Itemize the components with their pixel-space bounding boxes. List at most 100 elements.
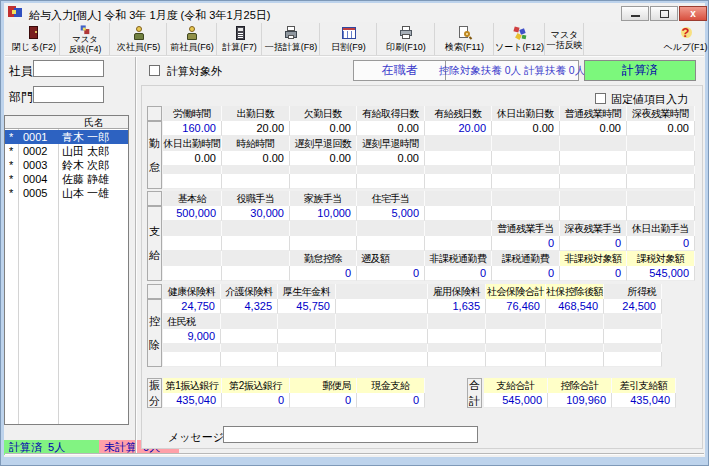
value-cell[interactable]: 0.00 — [492, 121, 560, 136]
value-cell[interactable]: 0 — [222, 393, 290, 408]
value-cell[interactable]: 9,000 — [163, 329, 221, 344]
value-cell[interactable] — [336, 299, 428, 314]
value-cell[interactable]: 20.00 — [425, 121, 492, 136]
department-input[interactable] — [33, 86, 104, 103]
value-cell[interactable]: 0 — [627, 236, 695, 251]
value-cell[interactable]: 24,750 — [163, 299, 221, 314]
toolbar-button-F1[interactable]: ?ヘルプ(F1) — [661, 23, 709, 55]
value-cell[interactable] — [492, 206, 560, 221]
toolbar-button-F10[interactable]: 印刷(F10) — [378, 23, 435, 55]
value-cell[interactable] — [278, 329, 336, 344]
value-cell[interactable]: 435,040 — [163, 393, 222, 408]
value-cell[interactable] — [492, 151, 560, 166]
value-cell[interactable] — [546, 329, 604, 344]
value-cell[interactable] — [221, 352, 278, 367]
value-cell[interactable] — [222, 266, 290, 281]
value-cell[interactable] — [560, 151, 627, 166]
value-cell[interactable] — [428, 352, 486, 367]
toolbar-button-F12[interactable]: ソート(F12) — [495, 23, 545, 55]
employee-row-0001[interactable]: *0001青木 一郎 — [5, 130, 128, 144]
toolbar-button-F9[interactable]: 日割(F9) — [321, 23, 377, 55]
value-cell[interactable] — [163, 352, 221, 367]
toolbar-button-F4[interactable]: マスタ反映(F4) — [61, 23, 110, 55]
employee-row-0005[interactable]: *0005山本 一雄 — [5, 186, 128, 200]
value-cell[interactable]: 0 — [560, 266, 627, 281]
value-cell[interactable]: 435,040 — [612, 393, 676, 408]
value-cell[interactable]: 0.00 — [627, 121, 695, 136]
value-cell[interactable]: 24,500 — [604, 299, 662, 314]
value-cell[interactable] — [336, 329, 428, 344]
toolbar-button-[interactable]: マスタ一括反映 — [546, 23, 584, 55]
value-cell[interactable] — [428, 329, 486, 344]
value-cell[interactable] — [486, 329, 546, 344]
value-cell[interactable]: 109,960 — [548, 393, 612, 408]
value-cell[interactable]: 0.00 — [163, 151, 222, 166]
value-cell[interactable] — [627, 174, 695, 189]
value-cell[interactable] — [627, 206, 695, 221]
value-cell[interactable]: 1,635 — [428, 299, 486, 314]
maximize-button[interactable] — [650, 6, 678, 21]
value-cell[interactable] — [357, 236, 425, 251]
value-cell[interactable] — [425, 236, 492, 251]
value-cell[interactable]: 0.00 — [357, 121, 425, 136]
value-cell[interactable]: 545,000 — [627, 266, 695, 281]
value-cell[interactable] — [336, 352, 428, 367]
value-cell[interactable]: 0 — [425, 266, 492, 281]
value-cell[interactable]: 160.00 — [163, 121, 222, 136]
toolbar-button-F2[interactable]: 閉じる(F2) — [9, 23, 60, 55]
value-cell[interactable]: 45,750 — [278, 299, 336, 314]
value-cell[interactable] — [546, 352, 604, 367]
value-cell[interactable] — [163, 174, 222, 189]
value-cell[interactable]: 10,000 — [290, 206, 357, 221]
value-cell[interactable]: 545,000 — [484, 393, 548, 408]
employee-code-input[interactable] — [33, 60, 104, 77]
value-cell[interactable] — [492, 174, 560, 189]
value-cell[interactable]: 0.00 — [560, 121, 627, 136]
employee-row-0003[interactable]: *0003鈴木 次郎 — [5, 158, 128, 172]
value-cell[interactable]: 0 — [357, 393, 425, 408]
value-cell[interactable] — [560, 174, 627, 189]
employee-row-0004[interactable]: *0004佐藤 静雄 — [5, 172, 128, 186]
toolbar-button-F5[interactable]: 次社員(F5) — [111, 23, 167, 55]
toolbar-button-F8[interactable]: 一括計算(F8) — [263, 23, 320, 55]
value-cell[interactable] — [560, 206, 627, 221]
value-cell[interactable]: 20.00 — [222, 121, 290, 136]
value-cell[interactable] — [425, 151, 492, 166]
employee-row-0002[interactable]: *0002山田 太郎 — [5, 144, 128, 158]
value-cell[interactable] — [222, 236, 290, 251]
value-cell[interactable]: 4,325 — [221, 299, 278, 314]
toolbar-button-F6[interactable]: 前社員(F6) — [168, 23, 217, 55]
value-cell[interactable] — [627, 151, 695, 166]
value-cell[interactable]: 0.00 — [290, 121, 357, 136]
value-cell[interactable]: 0.00 — [222, 151, 290, 166]
value-cell[interactable]: 0 — [290, 266, 357, 281]
value-cell[interactable] — [486, 352, 546, 367]
value-cell[interactable] — [604, 329, 662, 344]
value-cell[interactable]: 0 — [560, 236, 627, 251]
value-cell[interactable]: 0 — [492, 266, 560, 281]
value-cell[interactable] — [425, 174, 492, 189]
toolbar-button-F7[interactable]: 計算(F7) — [218, 23, 262, 55]
toolbar-button-F11[interactable]: 検索(F11) — [436, 23, 494, 55]
value-cell[interactable] — [163, 236, 222, 251]
value-cell[interactable] — [604, 352, 662, 367]
minimize-button[interactable] — [621, 6, 649, 21]
value-cell[interactable]: 76,460 — [486, 299, 546, 314]
message-input[interactable] — [223, 426, 478, 443]
fixed-input-checkbox[interactable] — [595, 93, 606, 104]
value-cell[interactable]: 0 — [492, 236, 560, 251]
value-cell[interactable]: 0.00 — [357, 151, 425, 166]
value-cell[interactable] — [357, 174, 425, 189]
value-cell[interactable] — [222, 174, 290, 189]
value-cell[interactable]: 0.00 — [290, 151, 357, 166]
value-cell[interactable] — [163, 266, 222, 281]
close-button[interactable]: x — [679, 6, 707, 21]
value-cell[interactable]: 30,000 — [222, 206, 290, 221]
value-cell[interactable] — [425, 206, 492, 221]
value-cell[interactable]: 5,000 — [357, 206, 425, 221]
value-cell[interactable]: 0 — [357, 266, 425, 281]
exclude-calc-checkbox[interactable] — [149, 65, 160, 76]
value-cell[interactable]: 500,000 — [163, 206, 222, 221]
value-cell[interactable] — [221, 329, 278, 344]
value-cell[interactable]: 468,540 — [546, 299, 604, 314]
